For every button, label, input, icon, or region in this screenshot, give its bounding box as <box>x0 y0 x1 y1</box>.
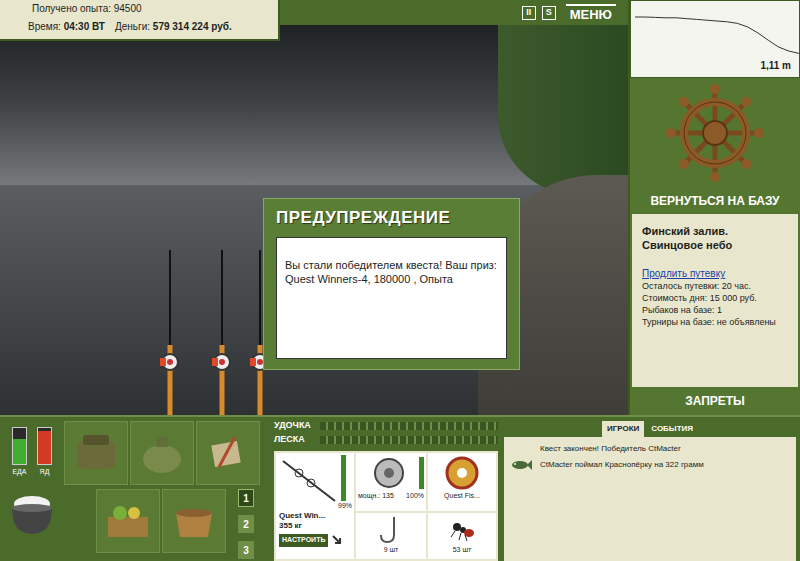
bait-count: 53 шт <box>453 545 472 556</box>
dialog-body: Вы стали победителем квеста! Ваш приз: Q… <box>276 237 507 360</box>
meter-label: ЯД <box>40 467 50 478</box>
line-name: Quest Fis... <box>444 491 480 500</box>
inventory: 1 2 3 <box>64 417 270 561</box>
hook-cell[interactable]: 9 шт <box>356 513 426 559</box>
pot-icon[interactable] <box>7 492 57 538</box>
notes[interactable] <box>196 421 260 485</box>
slot-tab[interactable]: 1 <box>238 489 254 507</box>
ant-icon <box>447 515 477 545</box>
line-spool-icon <box>444 455 480 491</box>
reel-cell[interactable]: мощн.: 135 100% <box>356 453 426 511</box>
tackle-panel: 99%Quest Win...355 кг НАСТРОИТЬ мощн.: 135… <box>274 451 498 561</box>
experience: Получено опыта: 94500 <box>32 2 246 16</box>
chat-tabs: ИГРОКИСОБЫТИЯ <box>504 421 796 437</box>
ship-wheel-icon[interactable] <box>665 83 765 183</box>
reel-condition: 100% <box>406 491 424 502</box>
slot-tab[interactable]: 3 <box>238 541 254 559</box>
meter: ЯД <box>37 427 52 478</box>
top-button[interactable]: S <box>542 6 556 20</box>
bans-button[interactable]: ЗАПРЕТЫ <box>630 387 800 415</box>
fishing-rod-icon[interactable] <box>207 250 237 415</box>
tension-row: УДОЧКА <box>274 419 498 433</box>
base-detail: Осталось путевки: 20 час. <box>642 280 788 292</box>
bottom-bar: ЕДА ЯД 1 2 3 УДОЧКАЛЕСКА 99%Quest Win...355 кг… <box>0 415 800 561</box>
wheel-area <box>630 78 800 188</box>
rod-weight: 355 кг <box>279 521 351 531</box>
reel-power: мощн.: 135 <box>358 491 394 502</box>
return-base-button[interactable]: ВЕРНУТЬСЯ НА БАЗУ <box>630 188 800 214</box>
game-screen: II S МЕНЮ ПРЕДУПРЕЖДЕНИЕВы стали победителе… <box>0 0 800 561</box>
line-cell[interactable]: Quest Fis... <box>428 453 496 511</box>
chat-messages: Квест закончен! Победитель CtMacter CtMac… <box>504 437 796 561</box>
reel-condition-fill <box>419 457 424 489</box>
chat-tab[interactable]: ИГРОКИ <box>602 421 644 437</box>
weather: Свинцовое небо <box>642 238 788 252</box>
rod-condition: 99% <box>338 501 352 512</box>
stats-box: Получено опыта: 94500 Время: 04:30 ВТДень… <box>0 0 280 41</box>
fish-bucket[interactable] <box>162 489 226 553</box>
rod-icon <box>279 455 339 505</box>
meter: ЕДА <box>12 427 27 478</box>
sack-icon <box>139 431 185 475</box>
basket-icon <box>104 501 152 541</box>
tension-row: ЛЕСКА <box>274 433 498 447</box>
setup-button[interactable]: НАСТРОИТЬ <box>279 534 328 547</box>
tackle-column: УДОЧКАЛЕСКА 99%Quest Win...355 кг НАСТРОИТ… <box>270 417 498 561</box>
warning-dialog: ПРЕДУПРЕЖДЕНИЕВы стали победителем квест… <box>263 198 520 370</box>
base-detail: Стоимость дня: 15 000 руб. <box>642 292 788 304</box>
rod-condition-fill <box>341 455 346 501</box>
fish-icon <box>510 459 532 471</box>
hook-count: 9 шт <box>384 545 399 556</box>
meter-fill <box>38 431 51 464</box>
chat-message: CtMacter поймал Краснопёрку на 322 грамм <box>510 459 790 471</box>
bait-cell[interactable]: 53 шт <box>428 513 496 559</box>
chat-tab[interactable]: СОБЫТИЯ <box>646 421 698 437</box>
fishing-rod-icon[interactable] <box>155 250 185 415</box>
base-info: Финский залив.Свинцовое небо Продлить пут… <box>632 214 798 387</box>
depth-chart: 1,11 m <box>630 0 800 78</box>
slot-tab[interactable]: 2 <box>238 515 254 533</box>
right-panel: 1,11 mВЕРНУТЬСЯ НА БАЗУФинский залив.Сви… <box>628 0 800 415</box>
base-detail: Рыбаков на базе: 1 <box>642 304 788 316</box>
top-button[interactable]: II <box>522 6 536 20</box>
slot-tabs: 1 2 3 <box>238 489 254 559</box>
extend-link[interactable]: Продлить путевку <box>642 268 788 280</box>
meters-panel: ЕДА ЯД <box>0 417 64 561</box>
rod-name: Quest Win... <box>279 511 351 521</box>
meter-fill <box>13 439 26 464</box>
chat-panel: ИГРОКИСОБЫТИЯКвест закончен! Победитель … <box>498 417 800 561</box>
backpack-icon <box>73 433 119 473</box>
rod-cell[interactable]: 99%Quest Win...355 кг НАСТРОИТЬ <box>276 453 354 559</box>
meter-label: ЕДА <box>12 467 26 478</box>
sack[interactable] <box>130 421 194 485</box>
arrow-icon[interactable] <box>332 535 342 545</box>
base-detail: Турниры на базе: не объявлены <box>642 316 788 328</box>
top-area: II S МЕНЮ ПРЕДУПРЕЖДЕНИЕВы стали победителе… <box>0 0 800 415</box>
fishing-scene: ПРЕДУПРЕЖДЕНИЕВы стали победителем квест… <box>0 25 628 415</box>
food-basket[interactable] <box>96 489 160 553</box>
depth-reading: 1,11 m <box>760 58 791 73</box>
hook-icon <box>376 515 406 545</box>
location: Финский залив. <box>642 224 788 238</box>
chat-message: Квест закончен! Победитель CtMacter <box>510 443 790 455</box>
dialog-title: ПРЕДУПРЕЖДЕНИЕ <box>276 199 507 237</box>
menu-button[interactable]: МЕНЮ <box>566 4 616 21</box>
time-money: Время: 04:30 ВТДеньги: 579 314 224 руб. <box>28 20 246 34</box>
bucket-icon <box>170 501 218 541</box>
main-column: II S МЕНЮ ПРЕДУПРЕЖДЕНИЕВы стали победителе… <box>0 0 628 415</box>
backpack[interactable] <box>64 421 128 485</box>
reel-icon <box>371 455 411 491</box>
notes-icon <box>205 433 251 473</box>
